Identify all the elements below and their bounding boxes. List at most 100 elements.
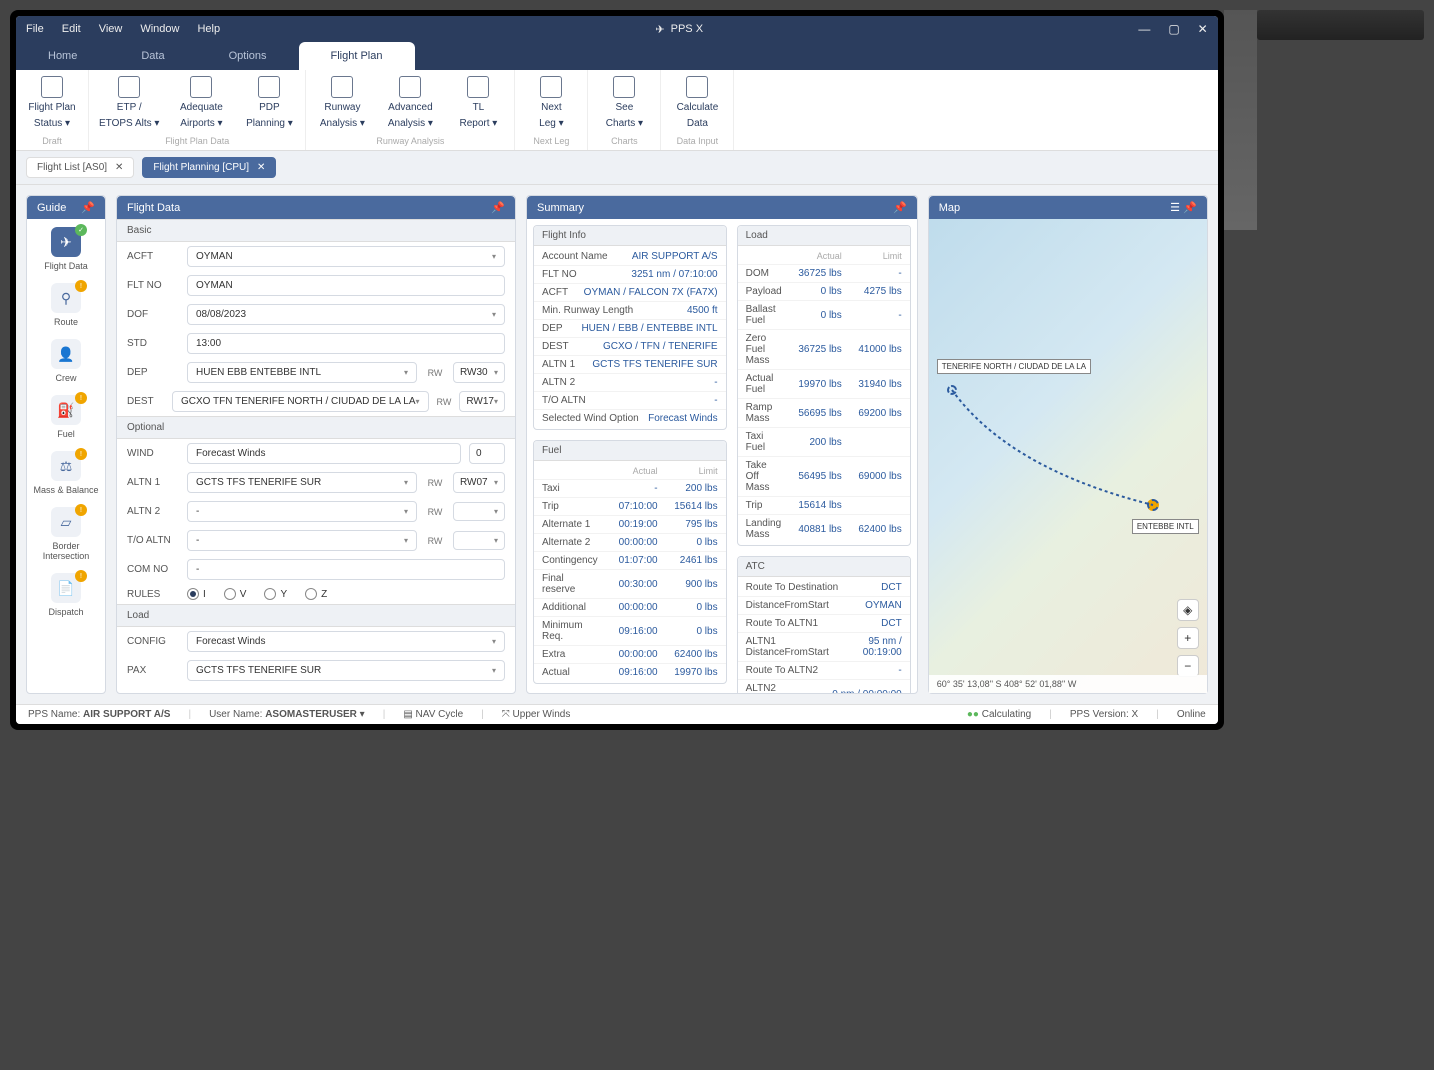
section-optional: Optional: [117, 416, 515, 439]
table-row: ALTN2 DistanceFromStart0 nm / 00:00:00: [738, 680, 910, 693]
ribbon-runway[interactable]: RunwayAnalysis ▾: [316, 76, 368, 130]
ribbon-etp[interactable]: ETP /ETOPS Alts ▾: [99, 76, 159, 130]
upper-winds[interactable]: ⤧ Upper Winds: [502, 709, 571, 720]
section-basic: Basic: [117, 219, 515, 242]
ribbon-calculate[interactable]: CalculateData: [671, 76, 723, 130]
map-dep-marker: [1147, 499, 1159, 511]
menu-view[interactable]: View: [99, 23, 123, 35]
guide-route[interactable]: ⚲!Route: [31, 283, 101, 327]
menu-icon[interactable]: ☰: [1170, 202, 1180, 214]
menu-window[interactable]: Window: [140, 23, 179, 35]
ribbon-advanced[interactable]: AdvancedAnalysis ▾: [384, 76, 436, 130]
tab-data[interactable]: Data: [109, 42, 196, 70]
altn2-rw-select[interactable]: [453, 502, 505, 521]
ribbon-tl[interactable]: TLReport ▾: [452, 76, 504, 130]
config-select[interactable]: Forecast Winds: [187, 631, 505, 652]
ribbon-icon: [613, 76, 635, 98]
std-input[interactable]: 13:00: [187, 333, 505, 354]
map-zoom-in[interactable]: +: [1177, 627, 1199, 649]
table-row: Ramp Mass56695 lbs69200 lbs: [738, 399, 910, 428]
guide-borderintersection[interactable]: ▱!Border Intersection: [31, 507, 101, 561]
load-card: Load ActualLimitDOM36725 lbs-Payload0 lb…: [737, 225, 911, 546]
pin-icon[interactable]: 📌: [81, 201, 95, 214]
dof-select[interactable]: 08/08/2023: [187, 304, 505, 325]
menu-help[interactable]: Help: [197, 23, 220, 35]
map-dest-label: TENERIFE NORTH / CIUDAD DE LA LA: [937, 359, 1091, 374]
maximize-button[interactable]: ▢: [1168, 22, 1179, 36]
acft-select[interactable]: OYMAN: [187, 246, 505, 267]
dest-rw-select[interactable]: RW17: [459, 391, 505, 412]
table-row: FLT NO3251 nm / 07:10:00: [534, 266, 726, 284]
tab-options[interactable]: Options: [197, 42, 299, 70]
chevron-down-icon[interactable]: ▾: [360, 709, 365, 720]
pin-icon[interactable]: 📌: [491, 201, 505, 214]
table-row: Actual Fuel19970 lbs31940 lbs: [738, 370, 910, 399]
table-row: Extra00:00:0062400 lbs: [534, 646, 726, 664]
ribbon-icon: [467, 76, 489, 98]
titlebar: File Edit View Window Help ✈ PPS X — ▢ ✕: [16, 16, 1218, 42]
rule-v[interactable]: V: [224, 588, 247, 600]
map-layers-button[interactable]: ◈: [1177, 599, 1199, 621]
table-row: Payload0 lbs4275 lbs: [738, 283, 910, 301]
table-row: Taxi-200 lbs: [534, 480, 726, 498]
table-row: Account NameAIR SUPPORT A/S: [534, 248, 726, 266]
rule-i[interactable]: I: [187, 588, 206, 600]
minimize-button[interactable]: —: [1138, 22, 1150, 36]
toaltn-select[interactable]: -: [187, 530, 417, 551]
nav-cycle[interactable]: ▤ NAV Cycle: [403, 709, 463, 720]
wind-input[interactable]: Forecast Winds: [187, 443, 461, 464]
menu-edit[interactable]: Edit: [62, 23, 81, 35]
menu-bar: File Edit View Window Help: [26, 23, 220, 35]
tab-home[interactable]: Home: [16, 42, 109, 70]
rule-y[interactable]: Y: [264, 588, 287, 600]
guide-flightdata[interactable]: ✈✓Flight Data: [31, 227, 101, 271]
table-row: Ballast Fuel0 lbs-: [738, 301, 910, 330]
ribbon-adequate[interactable]: AdequateAirports ▾: [175, 76, 227, 130]
altn1-select[interactable]: GCTS TFS TENERIFE SUR: [187, 472, 417, 493]
ribbon-next[interactable]: NextLeg ▾: [525, 76, 577, 130]
ribbon-icon: [540, 76, 562, 98]
guide-dispatch[interactable]: 📄!Dispatch: [31, 573, 101, 617]
menu-file[interactable]: File: [26, 23, 44, 35]
atc-card: ATC Route To DestinationDCTDistanceFromS…: [737, 556, 911, 693]
ribbon-see[interactable]: SeeCharts ▾: [598, 76, 650, 130]
guide-crew[interactable]: 👤Crew: [31, 339, 101, 383]
close-icon[interactable]: ✕: [257, 162, 265, 173]
altn1-rw-select[interactable]: RW07: [453, 472, 505, 493]
table-row: Alternate 100:19:00795 lbs: [534, 516, 726, 534]
wind-ext[interactable]: 0: [469, 443, 505, 464]
altn2-select[interactable]: -: [187, 501, 417, 522]
guide-massbalance[interactable]: ⚖!Mass & Balance: [31, 451, 101, 495]
ribbon-icon: [118, 76, 140, 98]
close-button[interactable]: ✕: [1198, 22, 1208, 36]
map-dest-marker: [947, 385, 957, 395]
table-row: ACFTOYMAN / FALCON 7X (FA7X): [534, 284, 726, 302]
app-icon: ✈: [655, 23, 664, 36]
table-row: Minimum Req.09:16:000 lbs: [534, 617, 726, 646]
map-panel: Map ☰ 📌 TENERIFE NORTH / CIUDAD DE LA LA…: [928, 195, 1208, 694]
dep-select[interactable]: HUEN EBB ENTEBBE INTL: [187, 362, 417, 383]
table-row: Min. Runway Length4500 ft: [534, 302, 726, 320]
comno-input[interactable]: -: [187, 559, 505, 580]
ribbon-pdp[interactable]: PDPPlanning ▾: [243, 76, 295, 130]
dep-rw-select[interactable]: RW30: [453, 362, 505, 383]
guide-fuel[interactable]: ⛽!Fuel: [31, 395, 101, 439]
dest-select[interactable]: GCXO TFN TENERIFE NORTH / CIUDAD DE LA L…: [172, 391, 429, 412]
map-zoom-out[interactable]: −: [1177, 655, 1199, 677]
pax-select[interactable]: GCTS TFS TENERIFE SUR: [187, 660, 505, 681]
toaltn-rw-select[interactable]: [453, 531, 505, 550]
tab-flight-plan[interactable]: Flight Plan: [299, 42, 415, 70]
map-canvas[interactable]: TENERIFE NORTH / CIUDAD DE LA LA ENTEBBE…: [929, 219, 1207, 693]
ribbon-flightplan[interactable]: Flight PlanStatus ▾: [26, 76, 78, 130]
pin-icon[interactable]: 📌: [893, 201, 907, 214]
doctab-flight-planning[interactable]: Flight Planning [CPU]✕: [142, 157, 276, 178]
close-icon[interactable]: ✕: [115, 162, 123, 173]
pin-icon[interactable]: 📌: [1183, 202, 1197, 214]
map-coords: 60° 35' 13,08'' S 408° 52' 01,88'' W: [929, 675, 1207, 693]
rule-z[interactable]: Z: [305, 588, 327, 600]
table-row: DESTGCXO / TFN / TENERIFE: [534, 338, 726, 356]
fltno-input[interactable]: OYMAN: [187, 275, 505, 296]
table-row: ALTN 1GCTS TFS TENERIFE SUR: [534, 356, 726, 374]
table-row: DistanceFromStartOYMAN: [738, 597, 910, 615]
doctab-flight-list[interactable]: Flight List [AS0]✕: [26, 157, 134, 178]
